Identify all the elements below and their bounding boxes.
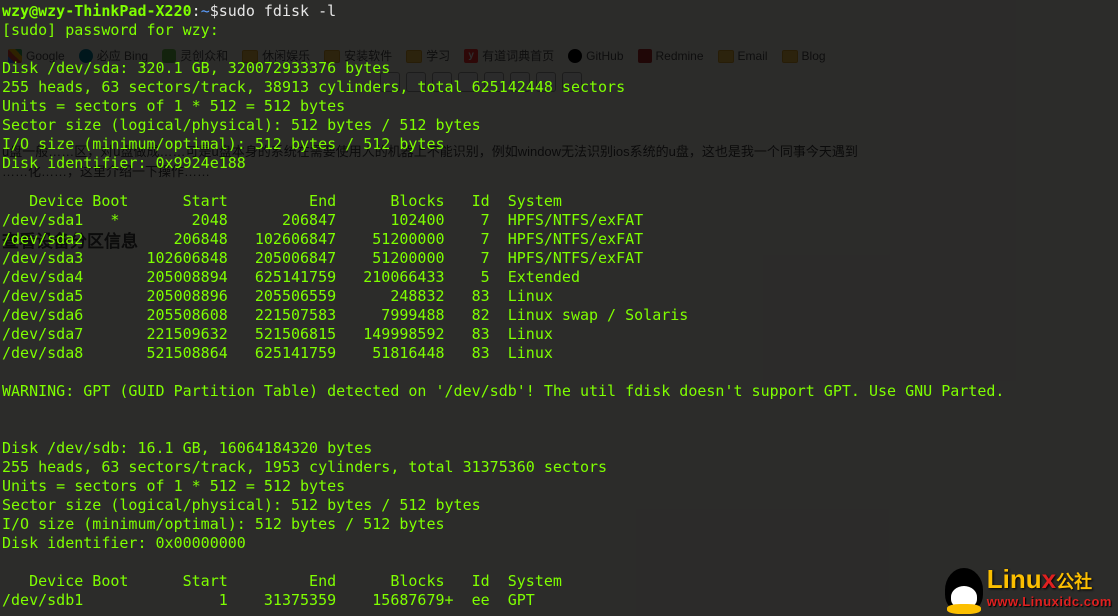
prompt-path: ~ [201,2,210,20]
watermark-url: www.Linuxidc.com [987,592,1112,611]
prompt-user: wzy@wzy-ThinkPad-X220 [2,2,192,20]
tux-icon [945,568,983,612]
terminal[interactable]: wzy@wzy-ThinkPad-X220:~$sudo fdisk -l [s… [0,0,1118,616]
watermark-brand: Linux公社 [987,570,1112,592]
watermark: Linux公社 www.Linuxidc.com [945,568,1112,612]
command: sudo fdisk -l [219,2,336,20]
